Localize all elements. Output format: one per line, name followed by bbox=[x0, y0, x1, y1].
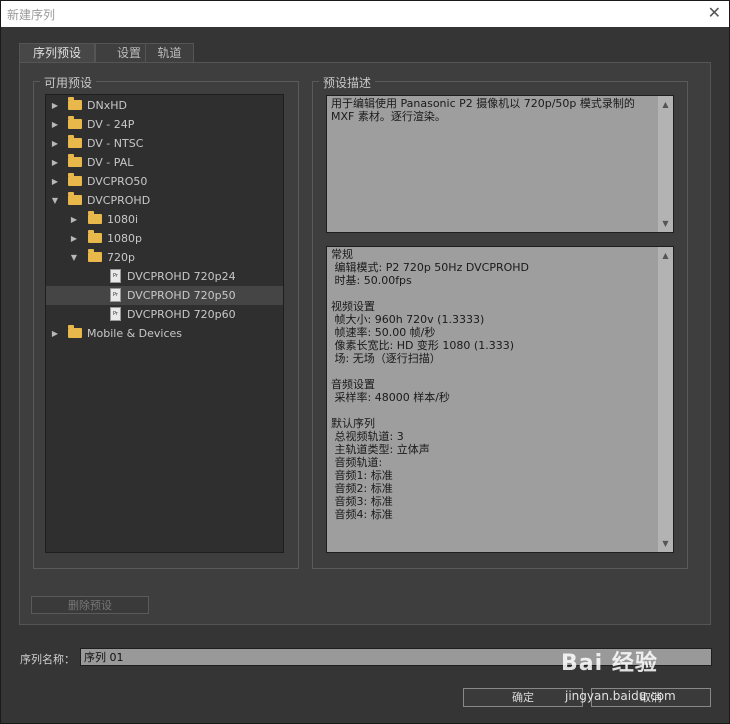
tree-item-1080p[interactable]: ▶ 1080p bbox=[46, 229, 283, 248]
folder-icon bbox=[68, 116, 82, 129]
collapsed-arrow-icon[interactable]: ▶ bbox=[50, 115, 60, 134]
tree-item-dvcprohd-720p60[interactable]: Pr DVCPROHD 720p60 bbox=[46, 305, 283, 324]
tree-item-label: DVCPROHD bbox=[87, 194, 151, 207]
available-presets-label: 可用预设 bbox=[40, 74, 97, 91]
preset-description-label: 预设描述 bbox=[319, 74, 376, 91]
details-scrollbar[interactable]: ▲ ▼ bbox=[658, 247, 673, 552]
tree-item-label: 720p bbox=[107, 251, 135, 264]
tree-item-label: 1080i bbox=[107, 213, 139, 226]
premiere-file-icon: Pr bbox=[110, 307, 121, 321]
tree-item-dv-ntsc[interactable]: ▶ DV - NTSC bbox=[46, 134, 283, 153]
tree-item-dnxhd[interactable]: ▶ DNxHD bbox=[46, 96, 283, 115]
tab-sequence-presets[interactable]: 序列预设 bbox=[19, 43, 95, 64]
collapsed-arrow-icon[interactable]: ▶ bbox=[50, 134, 60, 153]
tree-item-dvcprohd[interactable]: ▼ DVCPROHD bbox=[46, 191, 283, 210]
tree-item-dv-24p[interactable]: ▶ DV - 24P bbox=[46, 115, 283, 134]
tree-item-dv-pal[interactable]: ▶ DV - PAL bbox=[46, 153, 283, 172]
tree-item-label: DVCPROHD 720p60 bbox=[127, 308, 236, 321]
tree-item-720p[interactable]: ▼ 720p bbox=[46, 248, 283, 267]
folder-icon bbox=[68, 173, 82, 186]
preset-summary-text: 用于编辑使用 Panasonic P2 摄像机以 720p/50p 模式录制的 … bbox=[331, 97, 635, 123]
tab-tracks[interactable]: 轨道 bbox=[145, 43, 194, 63]
scroll-down-icon[interactable]: ▼ bbox=[658, 217, 673, 230]
sequence-name-label: 序列名称： bbox=[20, 653, 75, 666]
folder-icon bbox=[68, 192, 82, 205]
tree-item-1080i[interactable]: ▶ 1080i bbox=[46, 210, 283, 229]
tree-item-dvcpro50[interactable]: ▶ DVCPRO50 bbox=[46, 172, 283, 191]
tree-item-dvcprohd-720p50[interactable]: Pr DVCPROHD 720p50 bbox=[46, 286, 283, 305]
premiere-file-icon: Pr bbox=[110, 269, 121, 283]
collapsed-arrow-icon[interactable]: ▶ bbox=[69, 210, 79, 229]
folder-icon bbox=[68, 97, 82, 110]
scroll-up-icon[interactable]: ▲ bbox=[658, 98, 673, 111]
preset-tree[interactable]: ▶ DNxHD ▶ DV - 24P ▶ DV - NTSC ▶ DV - PA… bbox=[45, 94, 284, 553]
collapsed-arrow-icon[interactable]: ▶ bbox=[69, 229, 79, 248]
collapsed-arrow-icon[interactable]: ▶ bbox=[50, 153, 60, 172]
title-bar: 新建序列 ✕ bbox=[1, 1, 729, 27]
watermark-brand: Bai 经验 bbox=[561, 651, 658, 676]
preset-details-text: 常规 编辑模式: P2 720p 50Hz DVCPROHD 时基: 50.00… bbox=[331, 248, 529, 521]
preset-details-box[interactable]: 常规 编辑模式: P2 720p 50Hz DVCPROHD 时基: 50.00… bbox=[326, 246, 674, 553]
new-sequence-dialog: 新建序列 ✕ 序列预设 设置 轨道 可用预设 ▶ DNxHD ▶ DV - 24… bbox=[0, 0, 730, 724]
close-icon[interactable]: ✕ bbox=[708, 3, 721, 22]
scroll-down-icon[interactable]: ▼ bbox=[658, 537, 673, 550]
tree-item-label: DVCPROHD 720p50 bbox=[127, 289, 236, 302]
tree-item-label: 1080p bbox=[107, 232, 142, 245]
expanded-arrow-icon[interactable]: ▼ bbox=[50, 191, 60, 210]
watermark-url: jingyan.baidu.com bbox=[565, 689, 676, 703]
folder-icon bbox=[68, 154, 82, 167]
folder-icon bbox=[88, 211, 102, 224]
tree-item-label: DV - PAL bbox=[87, 156, 134, 169]
window-title: 新建序列 bbox=[7, 8, 56, 22]
folder-icon bbox=[88, 249, 102, 262]
tree-item-dvcprohd-720p24[interactable]: Pr DVCPROHD 720p24 bbox=[46, 267, 283, 286]
premiere-file-icon: Pr bbox=[110, 288, 121, 302]
collapsed-arrow-icon[interactable]: ▶ bbox=[50, 172, 60, 191]
tree-item-label: DV - NTSC bbox=[87, 137, 144, 150]
folder-icon bbox=[68, 325, 82, 338]
tree-item-mobile-devices[interactable]: ▶ Mobile & Devices bbox=[46, 324, 283, 343]
expanded-arrow-icon[interactable]: ▼ bbox=[69, 248, 79, 267]
tree-item-label: DVCPROHD 720p24 bbox=[127, 270, 236, 283]
collapsed-arrow-icon[interactable]: ▶ bbox=[50, 324, 60, 343]
watermark: Bai 经验 jingyan.baidu.com bbox=[561, 641, 721, 711]
tree-item-label: DVCPRO50 bbox=[87, 175, 148, 188]
preset-summary-box[interactable]: 用于编辑使用 Panasonic P2 摄像机以 720p/50p 模式录制的 … bbox=[326, 95, 674, 233]
folder-icon bbox=[88, 230, 102, 243]
scroll-up-icon[interactable]: ▲ bbox=[658, 249, 673, 262]
summary-scrollbar[interactable]: ▲ ▼ bbox=[658, 96, 673, 232]
tree-item-label: DNxHD bbox=[87, 99, 127, 112]
tree-item-label: DV - 24P bbox=[87, 118, 135, 131]
folder-icon bbox=[68, 135, 82, 148]
tree-item-label: Mobile & Devices bbox=[87, 327, 183, 340]
collapsed-arrow-icon[interactable]: ▶ bbox=[50, 96, 60, 115]
delete-preset-button[interactable]: 删除预设 bbox=[31, 596, 149, 614]
